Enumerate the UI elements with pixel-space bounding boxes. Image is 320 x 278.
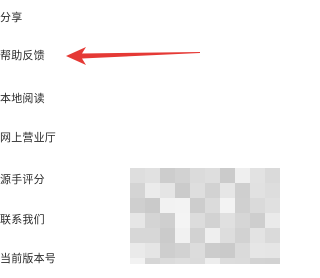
- mosaic-cell: [160, 168, 175, 183]
- mosaic-cell: [220, 198, 235, 213]
- mosaic-cell: [205, 243, 220, 258]
- mosaic-cell: [190, 228, 205, 243]
- mosaic-cell: [130, 243, 145, 258]
- menu-item-help-feedback[interactable]: 帮助反馈: [0, 35, 280, 75]
- menu-item-label: 帮助反馈: [0, 49, 45, 62]
- mosaic-cell: [160, 243, 175, 258]
- mosaic-cell: [220, 183, 235, 198]
- mosaic-cell: [250, 213, 265, 228]
- mosaic-cell: [130, 198, 145, 213]
- mosaic-cell: [175, 168, 190, 183]
- mosaic-cell: [235, 258, 250, 264]
- menu-item-label: 本地阅读: [0, 92, 45, 105]
- mosaic-cell: [205, 228, 220, 243]
- mosaic-cell: [235, 213, 250, 228]
- mosaic-cell: [145, 243, 160, 258]
- mosaic-cell: [205, 168, 220, 183]
- mosaic-cell: [130, 213, 145, 228]
- mosaic-cell: [175, 183, 190, 198]
- mosaic-cell: [265, 168, 280, 183]
- mosaic-cell: [190, 243, 205, 258]
- mosaic-cell: [145, 258, 160, 264]
- mosaic-cell: [205, 183, 220, 198]
- mosaic-cell: [220, 258, 235, 264]
- mosaic-cell: [265, 243, 280, 258]
- mosaic-cell: [250, 258, 265, 264]
- mosaic-cell: [265, 258, 280, 264]
- mosaic-cell: [235, 168, 250, 183]
- mosaic-cell: [130, 168, 145, 183]
- mosaic-cell: [235, 198, 250, 213]
- mosaic-cell: [265, 198, 280, 213]
- menu-item-label: 源手评分: [0, 173, 45, 186]
- mosaic-cell: [265, 228, 280, 243]
- menu-item-online-business-hall[interactable]: 网上营业厅: [0, 117, 280, 157]
- mosaic-cell: [265, 213, 280, 228]
- mosaic-cell: [190, 183, 205, 198]
- mosaic-cell: [175, 213, 190, 228]
- mosaic-cell: [250, 168, 265, 183]
- mosaic-cell: [175, 258, 190, 264]
- mosaic-cell: [145, 183, 160, 198]
- mosaic-cell: [145, 198, 160, 213]
- mosaic-cell: [220, 243, 235, 258]
- mosaic-cell: [175, 243, 190, 258]
- mosaic-cell: [250, 228, 265, 243]
- mosaic-cell: [235, 243, 250, 258]
- mosaic-cell: [145, 168, 160, 183]
- mosaic-cell: [160, 213, 175, 228]
- mosaic-cell: [205, 258, 220, 264]
- mosaic-cell: [130, 258, 145, 264]
- mosaic-cell: [160, 258, 175, 264]
- mosaic-cell: [160, 183, 175, 198]
- mosaic-cell: [250, 183, 265, 198]
- mosaic-cell: [145, 228, 160, 243]
- mosaic-cell: [190, 258, 205, 264]
- menu-item-label: 网上营业厅: [0, 131, 56, 144]
- menu-item-label: 分享: [0, 11, 23, 24]
- mosaic-cell: [265, 183, 280, 198]
- mosaic-cell: [235, 228, 250, 243]
- mosaic-cell: [220, 168, 235, 183]
- mosaic-cell: [205, 213, 220, 228]
- mosaic-cell: [175, 198, 190, 213]
- mosaic-cell: [190, 168, 205, 183]
- menu-item-label: 联系我们: [0, 213, 45, 226]
- mosaic-cell: [190, 213, 205, 228]
- mosaic-cell: [130, 183, 145, 198]
- pixelated-image-overlay: [130, 168, 280, 264]
- mosaic-cell: [190, 198, 205, 213]
- mosaic-cell: [145, 213, 160, 228]
- mosaic-cell: [235, 183, 250, 198]
- mosaic-cell: [205, 198, 220, 213]
- mosaic-cell: [220, 228, 235, 243]
- mosaic-cell: [175, 228, 190, 243]
- mosaic-cell: [160, 198, 175, 213]
- mosaic-cell: [160, 228, 175, 243]
- mosaic-cell: [250, 243, 265, 258]
- menu-item-local-reading[interactable]: 本地阅读: [0, 78, 280, 118]
- menu-item-share[interactable]: 分享: [0, 0, 280, 37]
- mosaic-cell: [250, 198, 265, 213]
- mosaic-cell: [220, 213, 235, 228]
- mosaic-cell: [130, 228, 145, 243]
